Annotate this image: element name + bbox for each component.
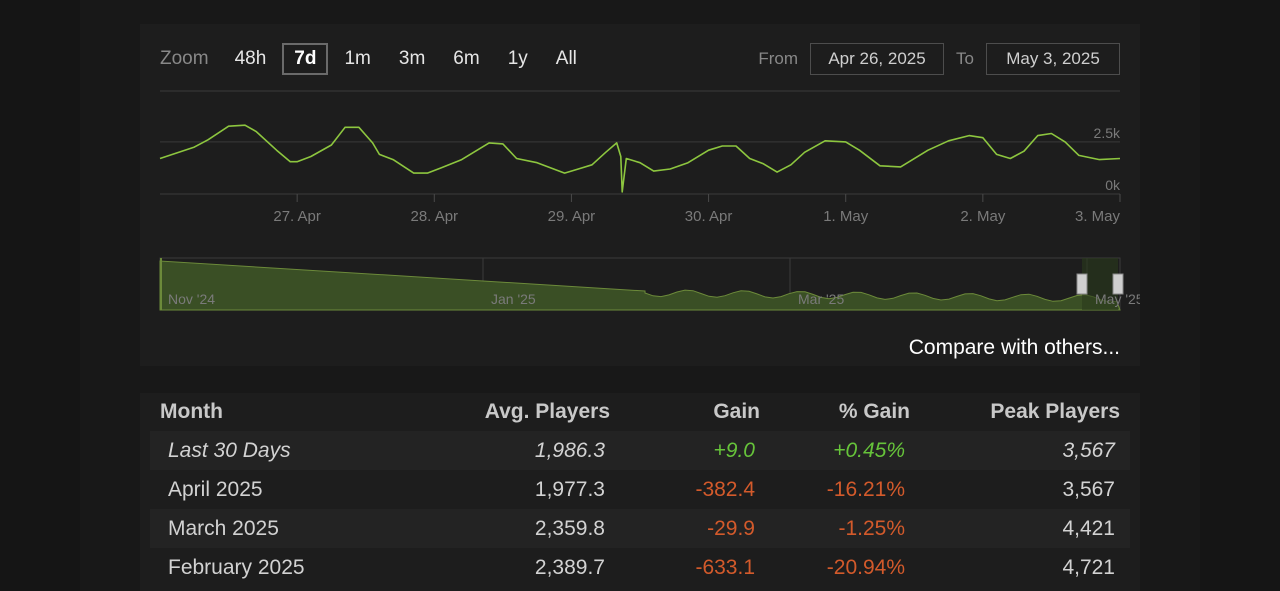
navigator-left-handle	[1076, 273, 1088, 295]
navigator-tick-label: Mar '25	[798, 291, 844, 307]
x-tick-label: 3. May	[1075, 208, 1121, 225]
monthly-stats-table: Month Avg. Players Gain % Gain Peak Play…	[140, 393, 1140, 591]
x-tick-label: 29. Apr	[548, 208, 596, 225]
table-row: February 2025 2,389.7 -633.1 -20.94% 4,7…	[150, 548, 1130, 587]
x-tick-label: 28. Apr	[411, 208, 459, 225]
navigator-tick-label: Nov '24	[168, 291, 215, 307]
column-header-pct-gain[interactable]: % Gain	[770, 393, 920, 431]
cell-avg-players: 1,986.3	[420, 431, 620, 470]
cell-avg-players: 2,359.8	[420, 509, 620, 548]
table-row: Last 30 Days 1,986.3 +9.0 +0.45% 3,567	[150, 431, 1130, 470]
cell-month: Last 30 Days	[150, 431, 420, 470]
navigator-area	[159, 260, 1121, 311]
x-tick-label: 27. Apr	[273, 208, 321, 225]
cell-peak-players: 4,421	[920, 509, 1130, 548]
table-header-row: Month Avg. Players Gain % Gain Peak Play…	[150, 393, 1130, 431]
player-count-line	[159, 124, 1121, 193]
x-tick-label: 30. Apr	[685, 208, 733, 225]
player-count-chart: 0k 2.5k 27. Apr 28. Apr 29. Apr 30. Apr 1. May…	[159, 90, 1140, 311]
cell-avg-players: 2,389.7	[420, 548, 620, 587]
chart-panel: Zoom 48h 7d 1m 3m 6m 1y All From To 0k2.…	[140, 24, 1140, 366]
y-tick-label: 2.5k	[1094, 125, 1121, 141]
cell-avg-players: 1,977.3	[420, 470, 620, 509]
cell-gain: +9.0	[620, 431, 770, 470]
cell-pct-gain: -1.25%	[770, 509, 920, 548]
navigator-tick-label: Jan '25	[491, 291, 536, 307]
cell-month: April 2025	[150, 470, 420, 509]
cell-peak-players: 3,567	[920, 431, 1130, 470]
table-row: March 2025 2,359.8 -29.9 -1.25% 4,421	[150, 509, 1130, 548]
column-header-month[interactable]: Month	[150, 393, 420, 431]
column-header-peak-players[interactable]: Peak Players	[920, 393, 1130, 431]
table-row: April 2025 1,977.3 -382.4 -16.21% 3,567	[150, 470, 1130, 509]
navigator-tick-label: May '25	[1095, 291, 1140, 307]
cell-gain: -633.1	[620, 548, 770, 587]
cell-pct-gain: -20.94%	[770, 548, 920, 587]
compare-with-others-link[interactable]: Compare with others...	[909, 336, 1120, 360]
cell-month: February 2025	[150, 548, 420, 587]
cell-peak-players: 3,567	[920, 470, 1130, 509]
cell-gain: -382.4	[620, 470, 770, 509]
x-tick-label: 1. May	[823, 208, 869, 225]
cell-gain: -29.9	[620, 509, 770, 548]
cell-pct-gain: +0.45%	[770, 431, 920, 470]
y-tick-label: 0k	[1105, 177, 1121, 193]
column-header-avg-players[interactable]: Avg. Players	[420, 393, 620, 431]
cell-peak-players: 4,721	[920, 548, 1130, 587]
cell-pct-gain: -16.21%	[770, 470, 920, 509]
cell-month: March 2025	[150, 509, 420, 548]
x-tick-label: 2. May	[960, 208, 1006, 225]
column-header-gain[interactable]: Gain	[620, 393, 770, 431]
